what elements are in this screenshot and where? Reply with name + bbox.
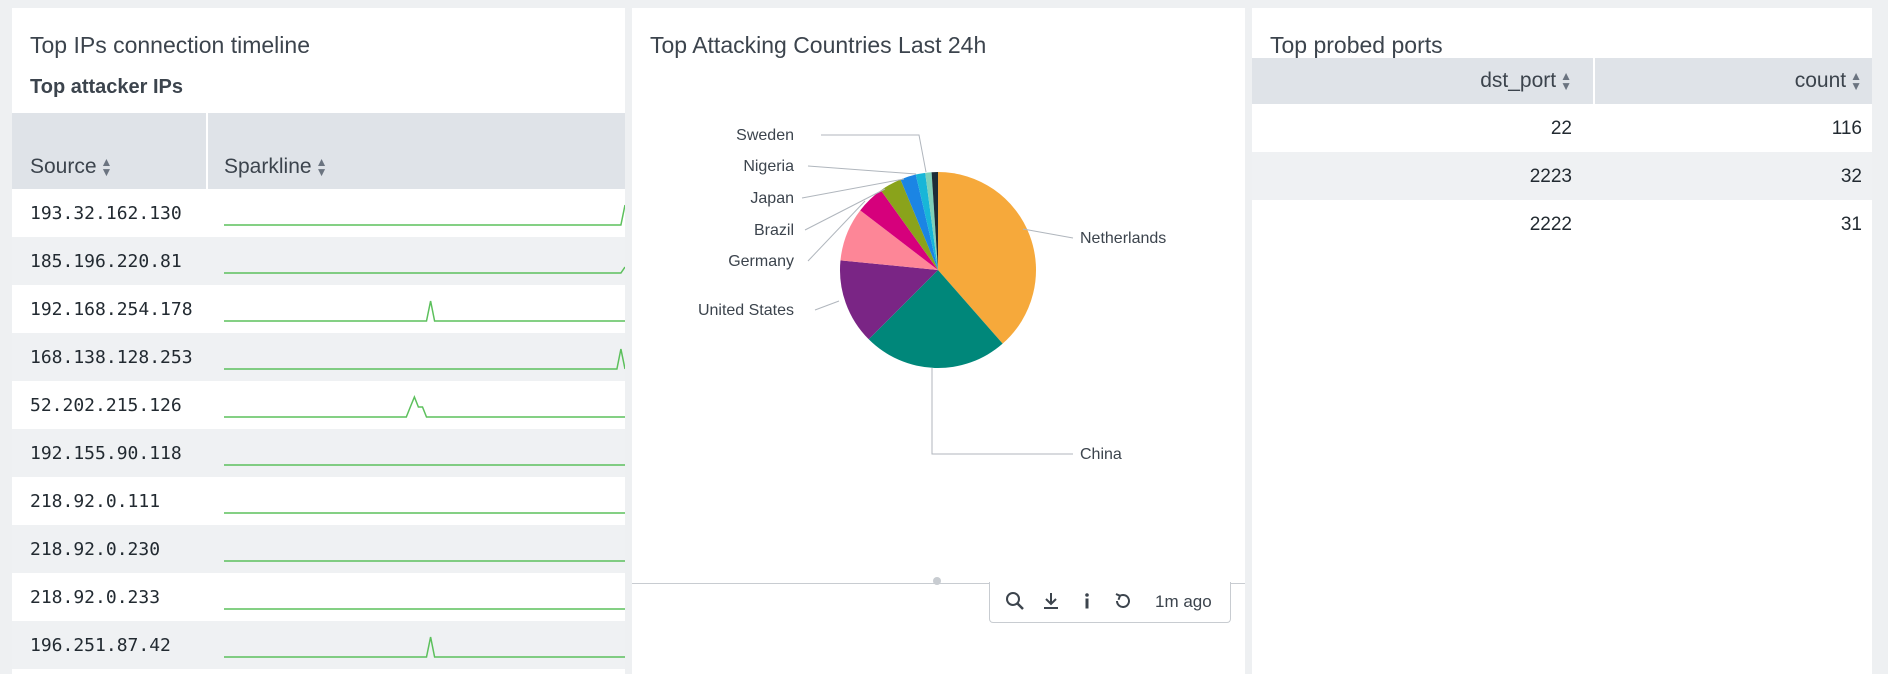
pie-label: Germany xyxy=(728,253,794,270)
table-row[interactable]: 218.92.0.111 xyxy=(12,477,625,525)
table-row[interactable]: 2222 31 xyxy=(1252,200,1872,248)
last-updated-text: 1m ago xyxy=(1155,592,1212,611)
sparkline xyxy=(224,560,625,562)
column-header-count[interactable]: count ▲ ▼ xyxy=(1795,69,1862,93)
source-ip: 193.32.162.130 xyxy=(30,203,182,224)
table-row[interactable]: 185.196.220.81 xyxy=(12,237,625,285)
column-header-source[interactable]: Source ▲ ▼ xyxy=(30,155,112,179)
sparkline xyxy=(224,300,625,322)
pie-chart: Netherlands China United States Germany Braz… xyxy=(698,127,1166,463)
panel-toolbar: 1m ago xyxy=(989,582,1231,623)
leader-line xyxy=(821,134,927,173)
table-body: 193.32.162.130 185.196.220.81 192.168.254.… xyxy=(12,189,625,669)
table-row[interactable]: 2223 32 xyxy=(1252,152,1872,200)
sparkline xyxy=(224,395,625,418)
table-header: dst_port ▲ ▼ count ▲ ▼ xyxy=(1252,58,1872,104)
sparkline xyxy=(224,608,625,610)
pie-label: Japan xyxy=(750,190,794,207)
table-body: 22 116 2223 32 2222 31 xyxy=(1252,104,1872,248)
pie-label: Netherlands xyxy=(1080,230,1166,247)
sort-icon[interactable]: ▲ ▼ xyxy=(1850,70,1862,92)
ports-table: dst_port ▲ ▼ count ▲ ▼ 22 116 2223 32 2222 31 xyxy=(1252,58,1872,248)
source-ip: 218.92.0.111 xyxy=(30,491,161,512)
source-ip: 192.168.254.178 xyxy=(30,299,193,320)
panel-top-countries: Top Attacking Countries Last 24h Netherl… xyxy=(632,8,1245,674)
column-label: dst_port xyxy=(1480,69,1557,92)
table-row[interactable]: 52.202.215.126 xyxy=(12,381,625,429)
refresh-icon[interactable] xyxy=(1112,590,1134,612)
info-icon[interactable] xyxy=(1076,590,1098,612)
source-ip: 192.155.90.118 xyxy=(30,443,182,464)
sparkline xyxy=(224,464,625,466)
table-row[interactable]: 218.92.0.230 xyxy=(12,525,625,573)
column-label: Source xyxy=(30,155,97,178)
dst-port-cell: 2223 xyxy=(1529,166,1572,187)
dst-port-cell: 2222 xyxy=(1529,214,1572,235)
download-icon[interactable] xyxy=(1040,590,1062,612)
column-divider xyxy=(206,113,208,189)
sparkline xyxy=(224,348,625,370)
table-row[interactable]: 192.168.254.178 xyxy=(12,285,625,333)
leader-line xyxy=(931,368,1073,455)
pie-label: Nigeria xyxy=(743,158,794,175)
sort-icon[interactable]: ▲ ▼ xyxy=(316,156,328,178)
pie-label: China xyxy=(1080,446,1122,463)
column-divider xyxy=(1593,58,1595,104)
pie-label: Sweden xyxy=(736,127,794,144)
source-ip: 52.202.215.126 xyxy=(30,395,182,416)
dst-port-cell: 22 xyxy=(1550,118,1572,139)
table-header: Source ▲ ▼ Sparkline ▲ ▼ xyxy=(12,113,625,189)
sparkline xyxy=(224,512,625,514)
count-cell: 32 xyxy=(1840,166,1862,187)
source-ip: 185.196.220.81 xyxy=(30,251,182,272)
table-row[interactable]: 192.155.90.118 xyxy=(12,429,625,477)
table-row[interactable]: 22 116 xyxy=(1252,104,1872,152)
table-row[interactable]: 168.138.128.253 xyxy=(12,333,625,381)
leader-line xyxy=(814,300,840,311)
pie-label: United States xyxy=(698,302,794,319)
sparkline xyxy=(224,636,625,658)
panel-top-ports: Top probed ports dst_port ▲ ▼ count ▲ ▼ 22 11… xyxy=(1252,8,1872,674)
panel-title: Top IPs connection timeline xyxy=(30,32,310,58)
sparkline-path xyxy=(224,348,625,370)
sparkline xyxy=(224,204,625,226)
column-header-dst-port[interactable]: dst_port ▲ ▼ xyxy=(1480,69,1572,93)
table-subtitle: Top attacker IPs xyxy=(30,76,184,98)
sparkline-path xyxy=(224,395,625,418)
sparkline-path xyxy=(224,266,625,274)
search-icon[interactable] xyxy=(1004,590,1026,612)
table-row[interactable]: 196.251.87.42 xyxy=(12,621,625,669)
sort-icon[interactable]: ▲ ▼ xyxy=(1560,70,1572,92)
pie-label: Brazil xyxy=(754,222,794,239)
column-header-sparkline[interactable]: Sparkline ▲ ▼ xyxy=(224,155,327,179)
panel-ip-timeline: Top IPs connection timeline Top attacker… xyxy=(12,8,625,674)
sort-icon[interactable]: ▲ ▼ xyxy=(101,156,113,178)
count-cell: 116 xyxy=(1831,118,1862,139)
sparkline-path xyxy=(224,300,625,322)
source-ip: 196.251.87.42 xyxy=(30,635,171,656)
sparkline-path xyxy=(224,636,625,658)
leader-line xyxy=(1022,228,1074,239)
table-row[interactable]: 218.92.0.233 xyxy=(12,573,625,621)
table-row[interactable]: 193.32.162.130 xyxy=(12,189,625,237)
column-label: Sparkline xyxy=(224,155,312,178)
sparkline xyxy=(224,266,625,274)
panel-title: Top probed ports xyxy=(1270,32,1443,58)
pie-chart-area: Netherlands China United States Germany Braz… xyxy=(632,68,1245,588)
column-label: count xyxy=(1794,69,1847,92)
source-ip: 218.92.0.230 xyxy=(30,539,161,560)
source-ip: 218.92.0.233 xyxy=(30,587,161,608)
source-ip: 168.138.128.253 xyxy=(30,347,193,368)
panel-title: Top Attacking Countries Last 24h xyxy=(650,32,987,58)
attacker-ip-table: Source ▲ ▼ Sparkline ▲ ▼ 193.32.162.130 185.1… xyxy=(12,113,625,669)
leader-line xyxy=(807,165,917,175)
count-cell: 31 xyxy=(1840,214,1862,235)
sparkline-path xyxy=(224,204,625,226)
